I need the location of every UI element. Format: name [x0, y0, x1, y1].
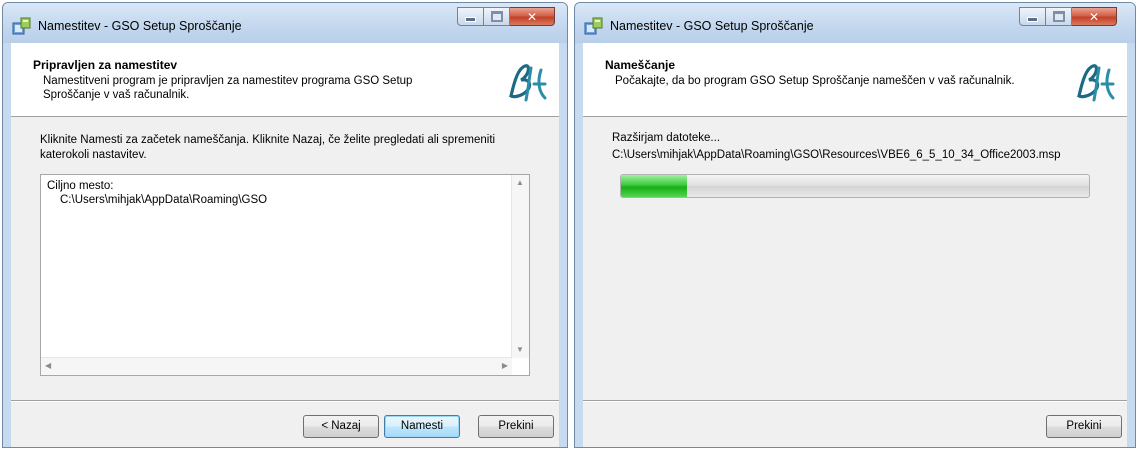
maximize-button[interactable] — [1046, 7, 1072, 26]
setup-window-installing: Namestitev - GSO Setup Sproščanje ✕ Name… — [574, 2, 1136, 448]
gso-logo-icon — [501, 56, 555, 110]
memo-label: Ciljno mesto: — [47, 180, 114, 192]
memo-path: C:\Users\mihjak\AppData\Roaming\GSO — [60, 194, 268, 206]
cancel-button[interactable]: Prekini — [478, 415, 554, 438]
button-separator — [583, 400, 1127, 402]
install-progress-bar — [620, 174, 1090, 198]
instruction-text: Kliknite Namesti za začetek nameščanja. … — [40, 134, 496, 161]
header-title: Nameščanje — [605, 58, 676, 72]
install-button[interactable]: Namesti — [384, 415, 460, 438]
close-icon: ✕ — [1088, 9, 1100, 24]
minimize-icon — [1020, 8, 1045, 25]
wizard-client: Nameščanje Počakajte, da bo program GSO … — [583, 43, 1127, 447]
maximize-icon — [1046, 8, 1071, 25]
cancel-button[interactable]: Prekini — [1046, 415, 1122, 438]
current-file-path: C:\Users\mihjak\AppData\Roaming\GSO\Reso… — [612, 149, 1061, 161]
status-text: Razširjam datoteke... — [612, 132, 721, 144]
wizard-header: Nameščanje Počakajte, da bo program GSO … — [583, 43, 1127, 117]
title-bar[interactable]: Namestitev - GSO Setup Sproščanje ✕ — [575, 3, 1135, 43]
header-title: Pripravljen za namestitev — [33, 58, 178, 72]
gso-logo-icon — [1069, 56, 1123, 110]
back-button[interactable]: < Nazaj — [303, 415, 379, 438]
header-subtitle: Počakajte, da bo program GSO Setup Sproš… — [615, 75, 1015, 87]
installer-icon — [12, 17, 31, 35]
minimize-button[interactable] — [1019, 7, 1046, 26]
scroll-up-icon[interactable]: ▲ — [516, 178, 524, 188]
maximize-icon — [484, 8, 509, 25]
window-title: Namestitev - GSO Setup Sproščanje — [38, 19, 242, 33]
scroll-left-icon[interactable]: ◀ — [45, 361, 51, 371]
title-bar[interactable]: Namestitev - GSO Setup Sproščanje ✕ — [3, 3, 567, 43]
horizontal-scrollbar[interactable]: ◀ ▶ — [41, 357, 512, 375]
scroll-down-icon[interactable]: ▼ — [516, 345, 524, 355]
window-title: Namestitev - GSO Setup Sproščanje — [610, 19, 814, 33]
wizard-header: Pripravljen za namestitev Namestitveni p… — [11, 43, 559, 117]
button-separator — [11, 400, 559, 402]
close-button[interactable]: ✕ — [510, 7, 555, 26]
progress-fill — [621, 175, 687, 197]
maximize-button[interactable] — [484, 7, 510, 26]
header-subtitle: Namestitveni program je pripravljen za n… — [43, 75, 413, 101]
scroll-right-icon[interactable]: ▶ — [502, 361, 508, 371]
settings-memo[interactable]: Ciljno mesto: C:\Users\mihjak\AppData\Ro… — [40, 174, 530, 376]
close-icon: ✕ — [526, 9, 538, 24]
minimize-button[interactable] — [457, 7, 484, 26]
wizard-client: Pripravljen za namestitev Namestitveni p… — [11, 43, 559, 447]
setup-window-ready: Namestitev - GSO Setup Sproščanje ✕ Prip… — [2, 2, 568, 448]
installer-icon — [584, 17, 603, 35]
vertical-scrollbar[interactable]: ▲ ▼ — [511, 175, 529, 358]
close-button[interactable]: ✕ — [1072, 7, 1117, 26]
minimize-icon — [458, 8, 483, 25]
